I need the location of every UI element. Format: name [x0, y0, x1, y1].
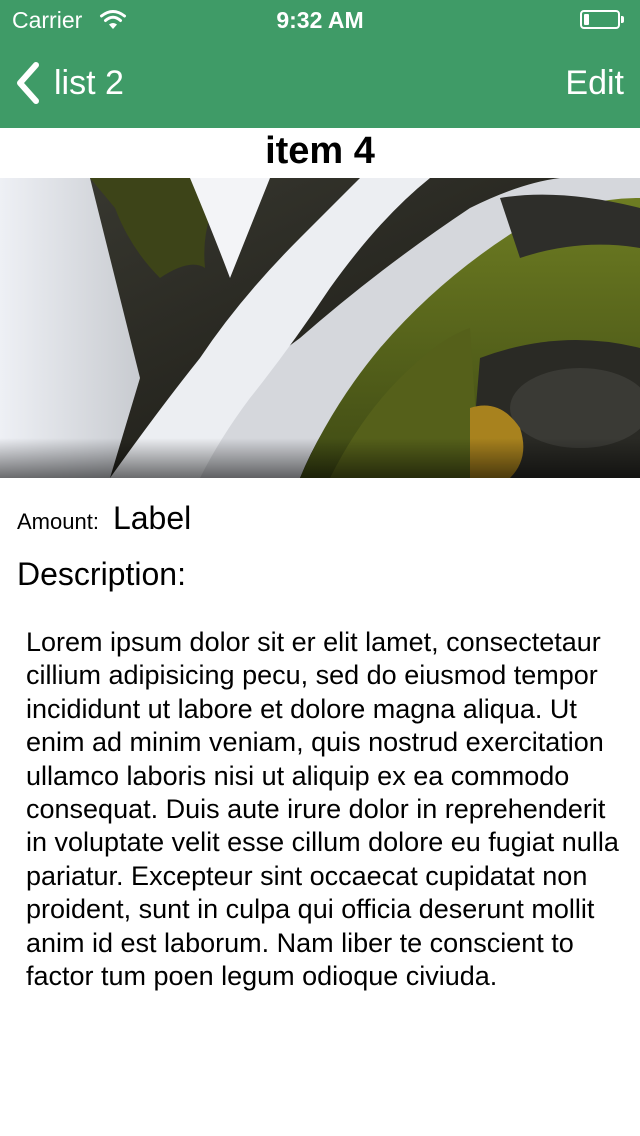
clock-time: 9:32 AM: [276, 7, 364, 33]
battery-tip: [621, 16, 624, 23]
waterfall-image: [0, 178, 640, 478]
amount-label: Amount:: [17, 509, 99, 534]
item-title: item 4: [265, 130, 375, 172]
description-label: Description:: [17, 556, 186, 592]
edit-button[interactable]: Edit: [565, 64, 624, 103]
description-text: Lorem ipsum dolor sit er elit lamet, con…: [26, 627, 619, 992]
status-bar: Carrier 9:32 AM: [0, 0, 640, 40]
amount-value: Label: [112, 500, 192, 536]
top-bar: Carrier 9:32 AM list 2 Edit: [0, 0, 640, 128]
amount-row: Amount: Label: [17, 500, 191, 537]
chevron-left-icon: [17, 62, 39, 104]
back-button-label: list 2: [54, 63, 124, 102]
navigation-bar: list 2 Edit: [0, 40, 640, 128]
item-image: [0, 178, 640, 478]
back-button[interactable]: list 2: [14, 60, 124, 106]
battery-icon: [580, 10, 620, 29]
